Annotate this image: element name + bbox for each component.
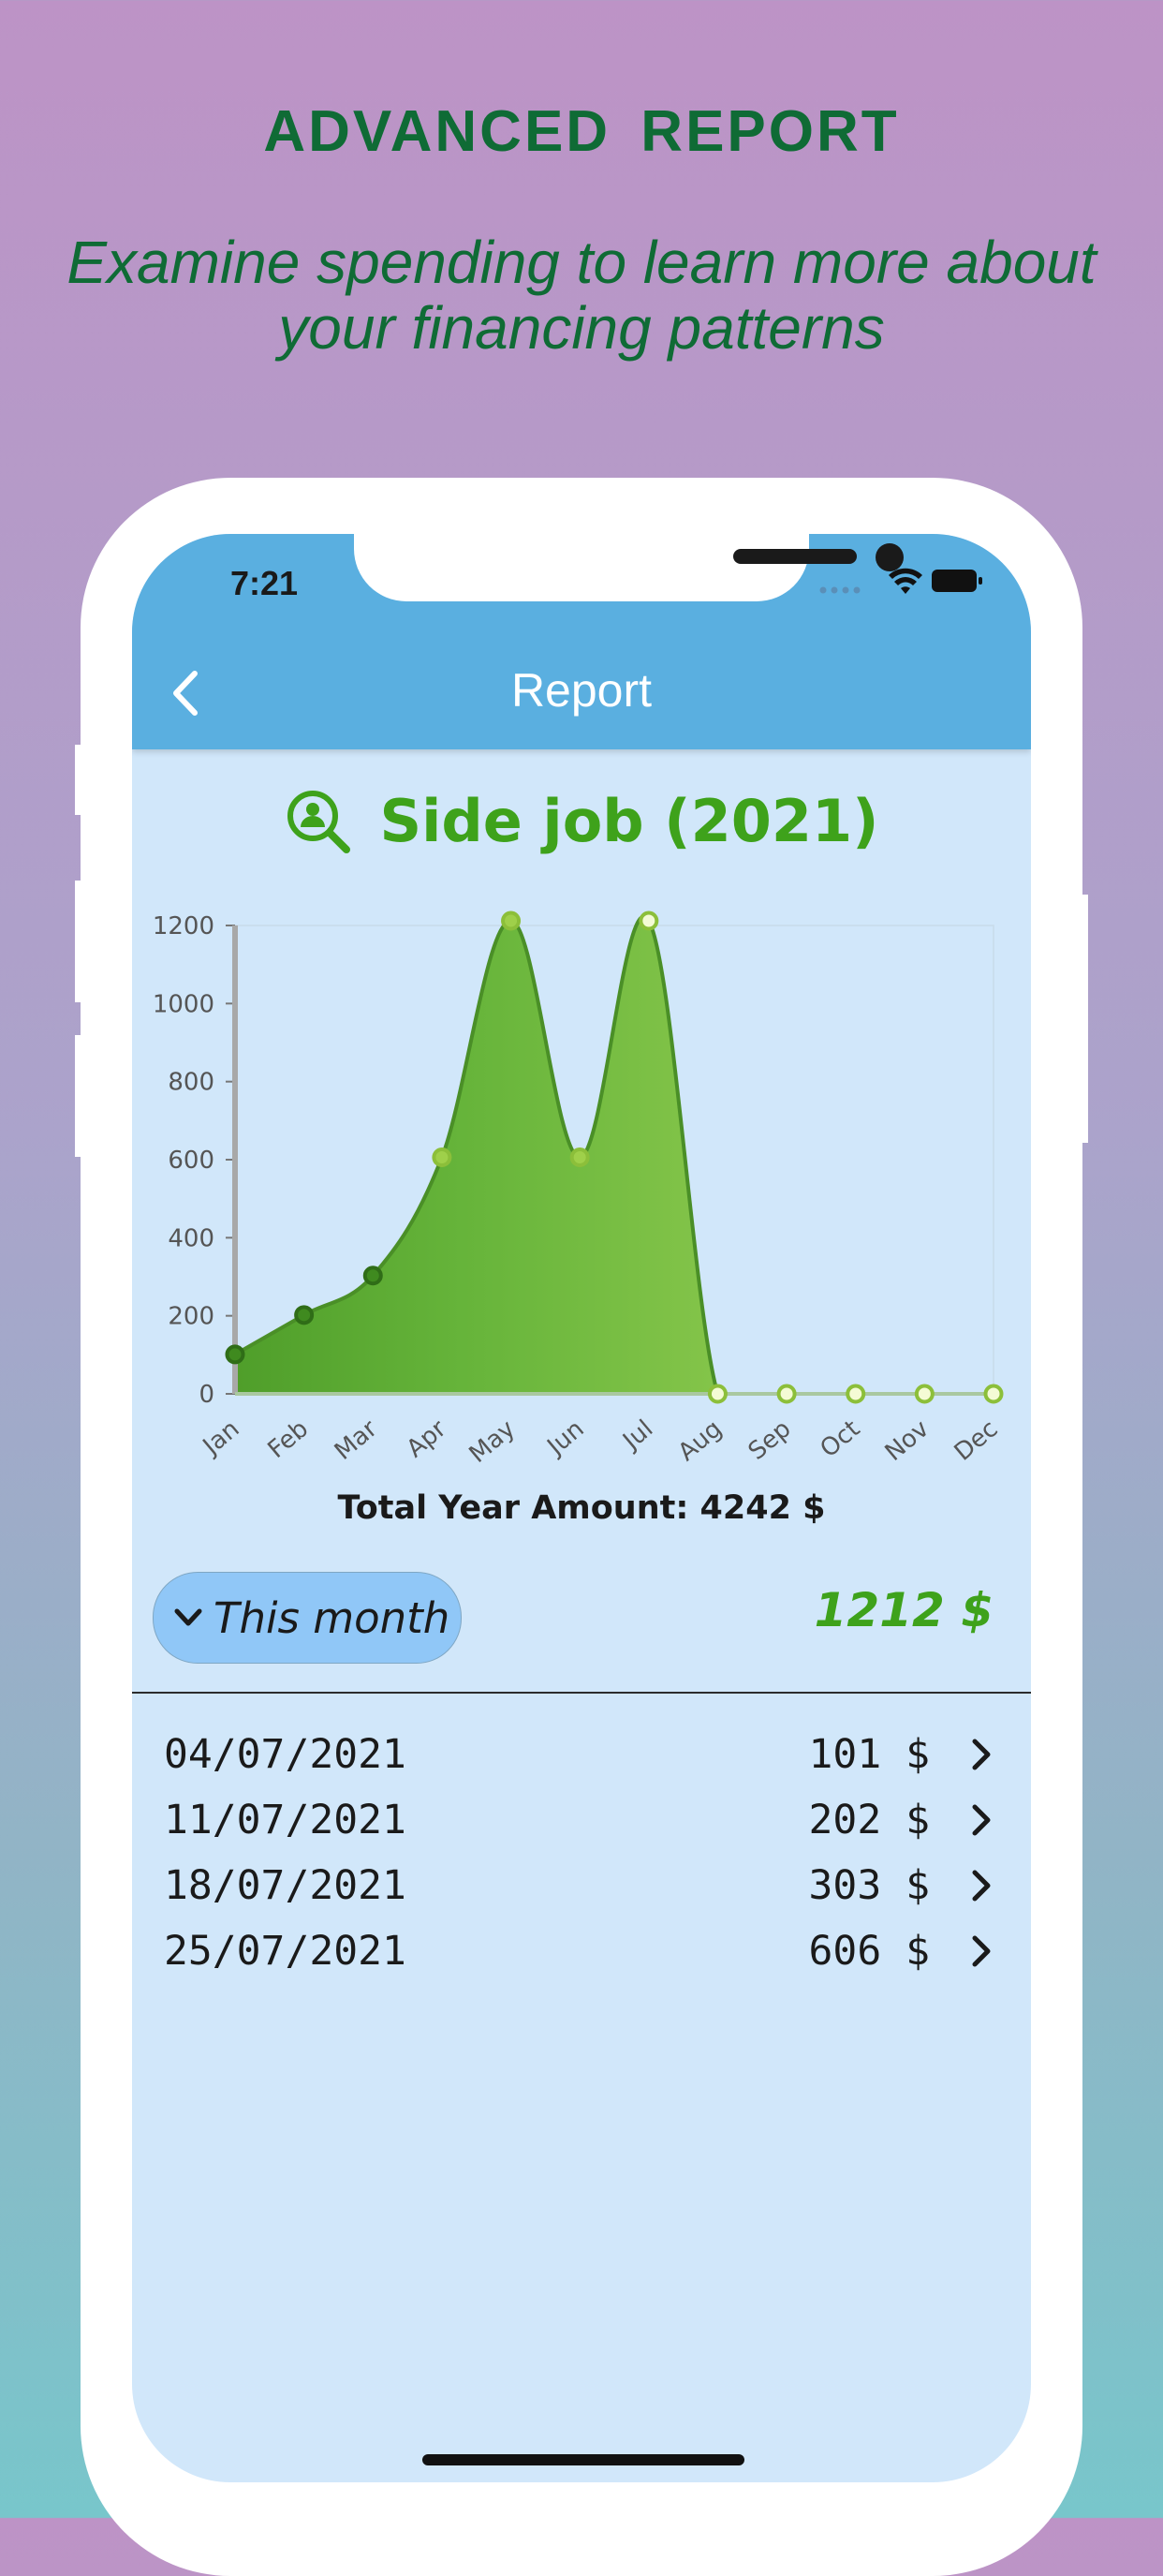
list-item[interactable]: 11/07/2021 202 $ [132,1787,1031,1853]
transaction-amount: 606 $ [808,1928,930,1975]
y-tick-label: 800 [168,1069,214,1097]
x-tick-label: Sep [743,1414,797,1465]
notch [354,534,904,601]
area-chart: 0 200 400 600 800 1000 1200 Jan Feb Mar Apr May Jun J… [153,910,1004,1469]
transaction-amount: 202 $ [808,1797,930,1843]
list-item[interactable]: 25/07/2021 606 $ [132,1918,1031,1984]
battery-icon [932,570,982,592]
data-point [983,1384,1004,1404]
data-point [294,1305,315,1325]
data-point [639,910,659,931]
data-point [432,1147,452,1167]
x-tick-label: Aug [673,1414,728,1467]
chevron-down-icon [174,1608,202,1626]
x-tick-label: Apr [402,1414,452,1463]
transaction-date: 18/07/2021 [164,1862,406,1909]
x-tick-label: Jan [197,1414,245,1461]
chevron-right-icon [972,1739,991,1770]
data-point [569,1147,590,1167]
data-point [846,1384,866,1404]
page-title: Report [510,664,653,717]
report-title-text: Side job (2021) [379,787,879,855]
y-tick-label: 400 [168,1224,214,1252]
divider [132,1692,1031,1694]
chevron-right-icon [972,1804,991,1836]
period-dropdown[interactable]: This month [153,1572,462,1664]
list-item[interactable]: 04/07/2021 101 $ [132,1722,1031,1787]
area-fill [235,916,994,1394]
promo-subtitle: Examine spending to learn more about you… [66,229,1097,362]
data-point [225,1344,245,1365]
y-tick-label: 600 [168,1147,214,1175]
y-tick-label: 0 [199,1381,214,1409]
cellular-signal-icon [819,586,861,594]
x-tick-label: Mar [330,1414,383,1466]
person-search-icon [287,790,350,853]
wifi-icon [889,568,922,594]
x-tick-label: Oct [815,1414,865,1463]
transaction-date: 25/07/2021 [164,1928,406,1975]
x-tick-label: Feb [263,1414,315,1464]
data-point [914,1384,935,1404]
app-bar: 7:21 Report [132,534,1031,749]
y-tick-label: 200 [168,1303,214,1331]
transaction-date: 04/07/2021 [164,1731,406,1778]
data-point [776,1384,797,1404]
x-tick-label: May [464,1414,521,1469]
phone-screen: 7:21 Report Side job (2021) 0 200 400 60… [132,534,1031,2482]
x-tick-label: Jun [541,1414,590,1461]
home-indicator[interactable] [422,2454,744,2465]
status-time: 7:21 [230,564,299,602]
x-tick-label: Dec [950,1414,1004,1466]
data-point [501,910,522,931]
status-icons [819,568,982,594]
transaction-list: 04/07/2021 101 $ 11/07/2021 202 $ 18/07/… [132,1722,1031,1984]
transaction-date: 11/07/2021 [164,1797,406,1843]
period-dropdown-label: This month [213,1592,450,1643]
transaction-amount: 303 $ [808,1862,930,1909]
report-title: Side job (2021) [132,787,1031,855]
promo-title: ADVANCED REPORT [263,99,900,164]
transaction-amount: 101 $ [808,1731,930,1778]
data-point [362,1266,383,1286]
y-tick-label: 1000 [153,990,214,1018]
x-tick-label: Jul [616,1414,658,1456]
x-tick-label: Nov [880,1414,935,1467]
chevron-right-icon [972,1870,991,1902]
y-tick-label: 1200 [153,912,214,940]
total-year-amount: Total Year Amount: 4242 $ [337,1489,826,1527]
chevron-right-icon [972,1935,991,1967]
list-item[interactable]: 18/07/2021 303 $ [132,1853,1031,1918]
period-amount: 1212 $ [814,1583,994,1637]
data-point [707,1384,728,1404]
